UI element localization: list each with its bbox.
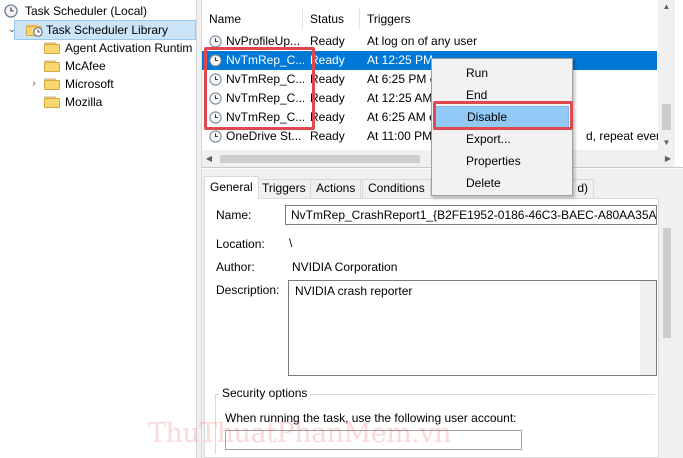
folder-icon	[44, 42, 60, 54]
task-status: Ready	[310, 72, 345, 86]
scrollbar-thumb[interactable]	[220, 155, 420, 163]
tree-root[interactable]: Task Scheduler (Local)	[4, 2, 150, 20]
task-status: Ready	[310, 34, 345, 48]
scrollbar-thumb[interactable]	[662, 104, 671, 130]
tree-item-folder[interactable]: Mozilla	[44, 93, 105, 111]
tab-triggers[interactable]: Triggers	[256, 179, 312, 198]
column-header-status[interactable]: Status	[303, 8, 360, 30]
task-trigger: At log on of any user	[367, 34, 478, 48]
tree-item-folder[interactable]: McAfee	[44, 57, 109, 75]
tree-item-library[interactable]: Task Scheduler Library	[26, 21, 171, 39]
task-list-vertical-scrollbar[interactable]: ▲ ▼	[658, 0, 675, 150]
author-value: NVIDIA Corporation	[292, 260, 398, 274]
task-status: Ready	[310, 53, 345, 67]
description-scrollbar[interactable]	[640, 281, 656, 375]
tree-item-folder[interactable]: Agent Activation Runtim	[44, 39, 195, 57]
tree-item-label: Mozilla	[65, 95, 103, 109]
trigger-overflow-text: d, repeat every	[586, 127, 667, 146]
tree-item-label: Microsoft	[65, 77, 114, 91]
chevron-right-icon[interactable]: ›	[28, 75, 40, 93]
annotation-box-tasks	[204, 47, 315, 130]
tab-actions[interactable]: Actions	[310, 179, 362, 198]
author-label: Author:	[216, 260, 255, 274]
description-field[interactable]: NVIDIA crash reporter	[288, 280, 657, 376]
clock-badge-icon	[33, 27, 43, 37]
scrollbar-thumb[interactable]	[663, 228, 671, 338]
tree-item-label: McAfee	[65, 59, 106, 73]
annotation-box-disable	[433, 101, 573, 130]
task-status: Ready	[310, 129, 345, 143]
location-value: \	[289, 236, 293, 250]
tree-item-folder[interactable]: Microsoft	[44, 75, 117, 93]
description-value: NVIDIA crash reporter	[295, 284, 413, 298]
folder-icon	[44, 60, 60, 72]
location-label: Location:	[216, 237, 265, 251]
menu-item-delete[interactable]: Delete	[435, 172, 569, 194]
name-label: Name:	[216, 208, 252, 222]
tree-root-label: Task Scheduler (Local)	[25, 4, 148, 18]
folder-icon	[44, 96, 60, 108]
menu-item-export[interactable]: Export...	[435, 128, 569, 150]
task-clock-icon	[209, 130, 222, 143]
tree-item-label: Task Scheduler Library	[46, 23, 169, 37]
column-header-name[interactable]: Name	[202, 8, 303, 30]
navigation-tree: Task Scheduler (Local) ⌄ Task Scheduler …	[0, 0, 196, 458]
details-vertical-scrollbar[interactable]	[659, 198, 675, 434]
scroll-left-arrow-icon[interactable]: ◀	[202, 150, 216, 167]
tab-conditions[interactable]: Conditions	[362, 179, 431, 198]
task-status: Ready	[310, 110, 345, 124]
scroll-right-arrow-icon[interactable]: ▶	[661, 150, 675, 167]
chevron-down-icon[interactable]: ⌄	[6, 21, 18, 39]
security-options-title: Security options	[219, 386, 311, 400]
task-status: Ready	[310, 91, 345, 105]
menu-item-properties[interactable]: Properties	[435, 150, 569, 172]
scroll-down-arrow-icon[interactable]: ▼	[658, 136, 675, 150]
tab-general[interactable]: General	[204, 176, 259, 199]
task-scheduler-icon	[4, 4, 18, 18]
scroll-up-arrow-icon[interactable]: ▲	[658, 0, 675, 14]
menu-item-run[interactable]: Run	[435, 62, 569, 84]
tree-item-label: Agent Activation Runtim	[65, 41, 193, 55]
description-label: Description:	[216, 283, 280, 297]
folder-icon	[44, 78, 60, 90]
column-header-triggers[interactable]: Triggers	[360, 8, 660, 30]
name-field[interactable]: NvTmRep_CrashReport1_{B2FE1952-0186-46C3…	[285, 205, 657, 225]
watermark: ThuThuatPhanMem.vn	[148, 418, 452, 449]
